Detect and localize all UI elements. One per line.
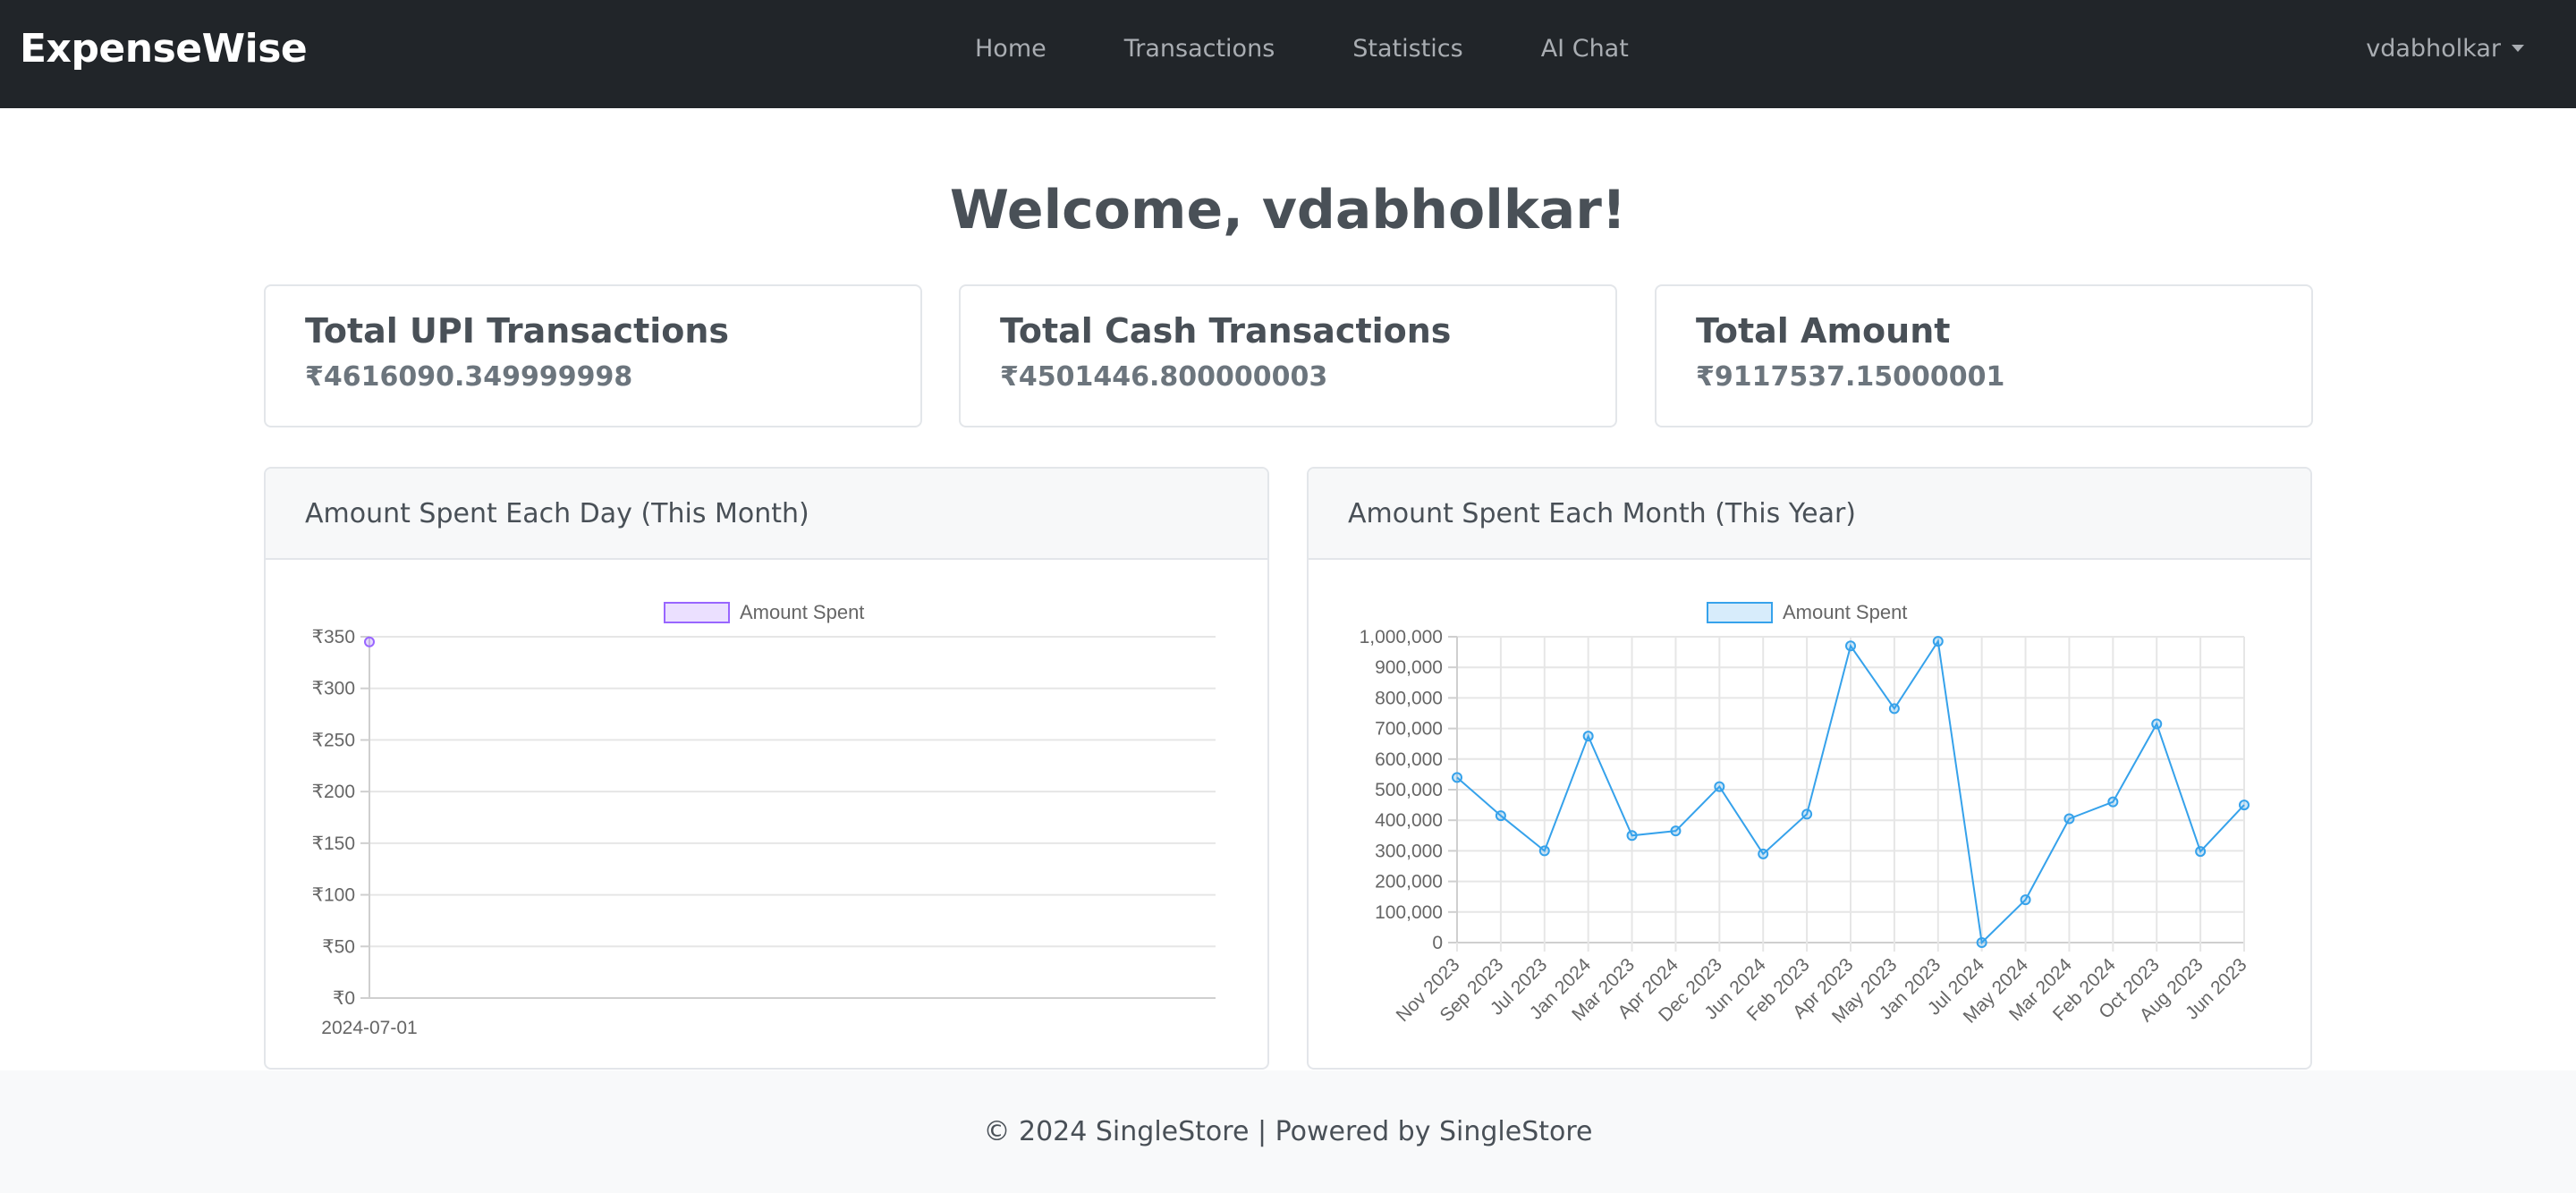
- y-tick-label: 900,000: [1375, 657, 1443, 678]
- y-tick-label: ₹250: [312, 730, 355, 750]
- y-tick-label: 600,000: [1375, 749, 1443, 770]
- monthly-chart-header: Amount Spent Each Month (This Year): [1309, 469, 2310, 560]
- data-point: [2020, 894, 2031, 906]
- monthly-chart-card: Amount Spent Each Month (This Year) Amou…: [1307, 467, 2312, 1070]
- stat-title: Total UPI Transactions: [305, 311, 730, 351]
- data-point: [1976, 937, 1987, 948]
- y-tick-label: ₹200: [312, 782, 355, 802]
- nav-link-home[interactable]: Home: [975, 35, 1046, 63]
- y-tick-label: 1,000,000: [1360, 627, 1443, 647]
- y-tick-label: ₹100: [312, 885, 355, 906]
- y-tick-label: 500,000: [1375, 780, 1443, 800]
- monthly-chart: Amount Spent 0 100,000 200,000 300,000 400,00…: [1360, 601, 2251, 1028]
- stat-card-cash: Total Cash Transactions ₹4501446.8000000…: [959, 284, 1617, 427]
- y-tick-label: 100,000: [1375, 902, 1443, 923]
- data-point: [1801, 808, 1813, 820]
- y-tick-label: ₹150: [312, 833, 355, 854]
- stat-title: Total Cash Transactions: [1000, 311, 1452, 351]
- stat-card-total: Total Amount ₹9117537.15000001: [1655, 284, 2313, 427]
- stat-value: ₹4501446.800000003: [1000, 361, 1328, 393]
- daily-chart: Amount Spent ₹0 ₹50 ₹100 ₹150 ₹200 ₹250 ₹300 ₹35…: [312, 601, 1216, 1038]
- y-tick-label: 200,000: [1375, 872, 1443, 893]
- y-tick-label: 800,000: [1375, 688, 1443, 708]
- user-name: vdabholkar: [2366, 34, 2501, 63]
- y-tick-label: 700,000: [1375, 719, 1443, 740]
- data-point: [2063, 813, 2075, 825]
- y-tick-label: 0: [1432, 933, 1443, 953]
- footer: © 2024 SingleStore | Powered by SingleSt…: [0, 1070, 2576, 1193]
- stat-value: ₹9117537.15000001: [1696, 361, 2005, 393]
- data-point: [1582, 731, 1594, 742]
- y-tick-label: 400,000: [1375, 810, 1443, 831]
- stat-value: ₹4616090.349999998: [305, 361, 633, 393]
- data-point: [1626, 830, 1638, 842]
- caret-down-icon: [2512, 45, 2524, 52]
- legend-swatch: [664, 602, 730, 623]
- data-point: [2151, 718, 2163, 730]
- daily-chart-card: Amount Spent Each Day (This Month) Amoun…: [264, 467, 1269, 1070]
- data-point: [1538, 845, 1550, 857]
- nav-link-ai-chat[interactable]: AI Chat: [1541, 35, 1629, 63]
- stat-title: Total Amount: [1696, 311, 1951, 351]
- data-point: [1845, 640, 1856, 652]
- data-point: [1714, 781, 1725, 792]
- y-tick-label: ₹50: [322, 936, 355, 957]
- x-tick-label: 2024-07-01: [321, 1018, 417, 1038]
- nav-links: Home Transactions Statistics AI Chat: [975, 0, 1707, 97]
- y-tick-label: 300,000: [1375, 841, 1443, 861]
- nav-link-transactions[interactable]: Transactions: [1124, 35, 1275, 63]
- data-point: [2239, 800, 2250, 811]
- navbar: ExpenseWise Home Transactions Statistics…: [0, 0, 2576, 108]
- legend-label: Amount Spent: [740, 601, 864, 623]
- user-menu-dropdown[interactable]: vdabholkar: [2366, 0, 2524, 97]
- data-point: [2195, 846, 2207, 858]
- footer-text: © 2024 SingleStore | Powered by SingleSt…: [983, 1116, 1593, 1147]
- y-tick-label: ₹0: [333, 988, 355, 1009]
- page-title: Welcome, vdabholkar!: [949, 179, 1627, 241]
- data-point: [1670, 825, 1682, 837]
- y-tick-label: ₹300: [312, 679, 355, 699]
- data-point: [2107, 796, 2119, 808]
- data-point: [1758, 848, 1769, 859]
- data-point: [1932, 636, 1944, 647]
- stat-card-upi: Total UPI Transactions ₹4616090.34999999…: [264, 284, 922, 427]
- legend-label: Amount Spent: [1783, 601, 1907, 623]
- y-tick-label: ₹350: [312, 627, 355, 647]
- legend-swatch: [1707, 602, 1773, 623]
- data-point: [364, 636, 375, 647]
- data-point: [1495, 810, 1506, 822]
- daily-chart-header: Amount Spent Each Day (This Month): [266, 469, 1267, 560]
- nav-link-statistics[interactable]: Statistics: [1352, 35, 1462, 63]
- data-point: [1452, 772, 1462, 783]
- brand-logo[interactable]: ExpenseWise: [20, 0, 308, 97]
- data-point: [1888, 703, 1900, 715]
